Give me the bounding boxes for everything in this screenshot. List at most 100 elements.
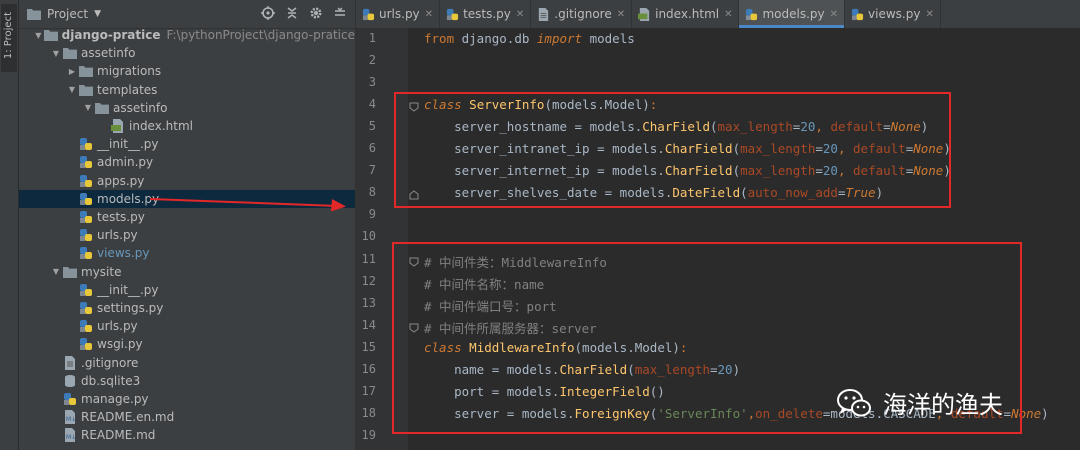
tree-file-urls.py[interactable]: urls.py [19, 317, 355, 335]
tab-label: .gitignore [554, 7, 612, 21]
tree-file-urls.py[interactable]: urls.py [19, 226, 355, 244]
python-file-icon [80, 192, 92, 205]
line-number: 1 [368, 31, 376, 45]
code-line: class MiddlewareInfo(models.Model): [424, 339, 688, 355]
tree-file-README.en.md[interactable]: M↓ README.en.md [19, 408, 355, 426]
tree-item-label: django-pratice [61, 28, 161, 42]
tree-item-label: assetinfo [81, 46, 136, 61]
chevron-down-icon[interactable]: ▼ [51, 267, 61, 276]
python-file-icon [851, 8, 864, 20]
tree-item-label: mysite [81, 264, 122, 279]
text-file-icon [65, 355, 75, 370]
editor-tab-bar: urls.py ✕ tests.py ✕ .gitignore ✕ index.html ✕ m… [356, 0, 1080, 29]
tree-folder-assetinfo[interactable]: ▼ assetinfo [19, 44, 355, 62]
line-number: 19 [361, 427, 376, 442]
project-path: F:\pythonProject\django-pratice [166, 28, 355, 42]
tree-folder-templates[interactable]: ▼ templates [19, 81, 355, 99]
tab-label: models.py [762, 7, 825, 21]
project-folder-icon [27, 9, 41, 20]
tree-item-label: index.html [129, 119, 193, 133]
folder-icon [79, 84, 93, 96]
tree-item-label: migrations [97, 64, 162, 79]
chevron-down-icon[interactable]: ▼ [35, 31, 42, 40]
close-icon[interactable]: ✕ [516, 9, 524, 20]
fold-marker-icon[interactable] [409, 257, 419, 267]
python-file-icon [64, 393, 76, 405]
fold-marker-icon[interactable] [409, 190, 419, 200]
project-panel: Project ▼ ▼ django-pratice F:\pythonProjec… [19, 0, 356, 450]
tree-file-__init__.py[interactable]: __init__.py [19, 135, 355, 153]
chevron-down-icon[interactable]: ▼ [51, 49, 61, 58]
tab-urls.py[interactable]: urls.py ✕ [356, 0, 441, 28]
close-icon[interactable]: ✕ [830, 9, 838, 20]
tree-file-db.sqlite3[interactable]: db.sqlite3 [19, 372, 355, 390]
tree-item-label: urls.py [97, 319, 138, 334]
tab-views.py[interactable]: views.py ✕ [845, 0, 941, 28]
code-line: class ServerInfo(models.Model): [424, 97, 658, 113]
project-view-selector[interactable]: Project [47, 7, 88, 21]
tab-tests.py[interactable]: tests.py ✕ [440, 0, 532, 28]
line-number: 5 [368, 119, 376, 134]
project-tool-tab[interactable]: 1: Project [1, 4, 17, 72]
python-file-icon [80, 247, 92, 260]
collapse-all-icon[interactable] [285, 6, 299, 20]
line-number: 4 [368, 97, 376, 112]
tab-models.py[interactable]: models.py ✕ [739, 0, 846, 28]
fold-marker-icon[interactable] [409, 323, 419, 333]
line-number: 9 [368, 207, 376, 222]
tree-item-label: manage.py [81, 392, 149, 406]
hide-panel-icon[interactable] [333, 6, 347, 20]
tree-item-label: admin.py [97, 155, 154, 170]
chevron-down-icon[interactable]: ▼ [94, 9, 101, 19]
tab-index.html[interactable]: index.html ✕ [632, 0, 740, 28]
code-line: # 中间件名称：name [424, 276, 545, 292]
python-file-icon [80, 320, 92, 333]
tree-item-label: __init__.py [97, 137, 159, 152]
tree-file-settings.py[interactable]: settings.py [19, 299, 355, 317]
svg-text:M↓: M↓ [66, 416, 76, 423]
tree-item-label: views.py [97, 246, 150, 261]
close-icon[interactable]: ✕ [724, 9, 732, 20]
tree-folder-migrations[interactable]: ▶ migrations [19, 62, 355, 80]
gear-icon[interactable] [309, 6, 323, 20]
python-file-icon [80, 156, 92, 169]
line-number: 14 [361, 317, 376, 332]
tree-file-manage.py[interactable]: manage.py [19, 390, 355, 408]
close-icon[interactable]: ✕ [925, 9, 933, 20]
line-number: 17 [361, 383, 376, 398]
tree-item-label: README.md [81, 428, 156, 443]
line-number: 8 [368, 185, 376, 200]
tab-.gitignore[interactable]: .gitignore ✕ [531, 0, 633, 28]
tree-folder-mysite[interactable]: ▼ mysite [19, 263, 355, 281]
chevron-down-icon[interactable]: ▼ [83, 103, 93, 112]
tree-folder-assetinfo[interactable]: ▼ assetinfo [19, 99, 355, 117]
markdown-file-icon: M↓ [65, 410, 76, 425]
tree-file-index.html[interactable]: index.html [19, 117, 355, 135]
locate-file-icon[interactable] [261, 6, 275, 20]
tree-file-admin.py[interactable]: admin.py [19, 153, 355, 171]
tree-file-__init__.py[interactable]: __init__.py [19, 281, 355, 299]
python-file-icon [80, 338, 92, 351]
tree-item-label: tests.py [97, 210, 145, 224]
tree-file-views.py[interactable]: views.py [19, 244, 355, 262]
annotation-arrow [149, 198, 346, 212]
chevron-right-icon[interactable]: ▶ [67, 67, 77, 76]
tree-item-label: __init__.py [97, 282, 159, 297]
folder-icon [43, 30, 58, 41]
line-number: 13 [361, 295, 376, 310]
tree-item-label: .gitignore [81, 355, 139, 370]
close-icon[interactable]: ✕ [425, 9, 433, 20]
code-line: server_shelves_date = models.DateField(a… [424, 185, 884, 201]
tree-file-.gitignore[interactable]: .gitignore [19, 354, 355, 372]
folder-icon [63, 266, 77, 278]
tree-file-wsgi.py[interactable]: wsgi.py [19, 335, 355, 353]
tab-label: index.html [655, 7, 720, 21]
python-file-icon [80, 211, 92, 223]
tree-file-apps.py[interactable]: apps.py [19, 172, 355, 190]
panel-toolbar [261, 6, 347, 20]
fold-marker-icon[interactable] [409, 102, 419, 112]
tree-folder-django-pratice[interactable]: ▼ django-pratice F:\pythonProject\django-p… [19, 26, 355, 44]
tree-file-README.md[interactable]: M↓ README.md [19, 426, 355, 444]
chevron-down-icon[interactable]: ▼ [67, 85, 77, 94]
close-icon[interactable]: ✕ [617, 9, 625, 20]
